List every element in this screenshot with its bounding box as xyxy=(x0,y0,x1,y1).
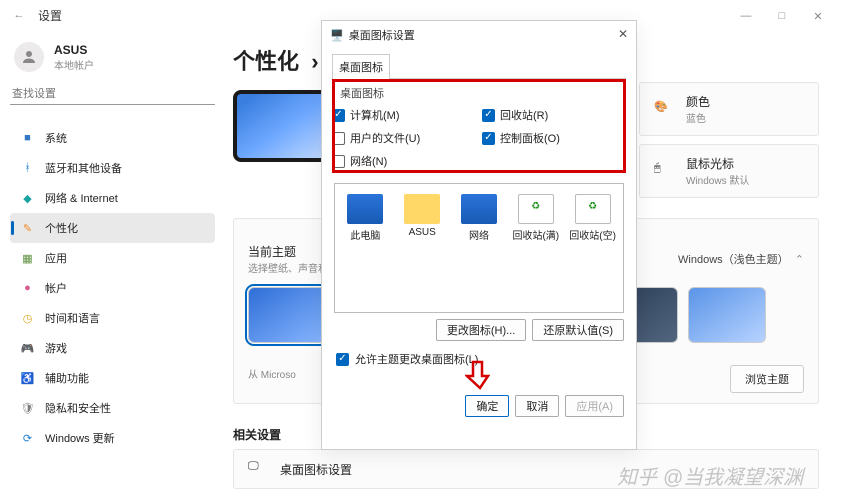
apply-button[interactable]: 应用(A) xyxy=(565,395,624,417)
nav-辅助功能[interactable]: ♿辅助功能 xyxy=(10,363,215,393)
change-icon-button[interactable]: 更改图标(H)... xyxy=(436,319,526,341)
close-button[interactable]: ✕ xyxy=(811,10,825,23)
checkbox-计算机(M)[interactable]: 计算机(M) xyxy=(332,107,476,123)
icon-preview-area[interactable]: 此电脑ASUS网络回收站(满)回收站(空) xyxy=(334,183,624,313)
desktop-icon-回收站(空)[interactable]: 回收站(空) xyxy=(568,194,617,242)
cursor-icon: 🖱 xyxy=(654,162,672,180)
nav-系统[interactable]: ■系统 xyxy=(10,123,215,153)
nav-个性化[interactable]: ✎个性化 xyxy=(10,213,215,243)
icon-image xyxy=(518,194,554,224)
nav-icon: ✎ xyxy=(20,221,35,236)
nav-icon: ◷ xyxy=(20,311,35,326)
icon-image xyxy=(347,194,383,224)
nav-网络 & Internet[interactable]: ◆网络 & Internet xyxy=(10,183,215,213)
nav-icon: ♿ xyxy=(20,371,35,386)
search-input[interactable] xyxy=(10,84,215,105)
icon-image xyxy=(404,194,440,224)
ok-button[interactable]: 确定 xyxy=(465,395,509,417)
monitor-icon: 🖵 xyxy=(248,460,266,478)
nav-icon: ● xyxy=(20,281,35,296)
checkbox-icon xyxy=(332,132,345,145)
nav-帐户[interactable]: ●帐户 xyxy=(10,273,215,303)
desktop-icon-ASUS[interactable]: ASUS xyxy=(398,194,447,238)
nav-icon: ᚼ xyxy=(20,161,35,176)
nav-蓝牙和其他设备[interactable]: ᚼ蓝牙和其他设备 xyxy=(10,153,215,183)
nav-Windows 更新[interactable]: ⟳Windows 更新 xyxy=(10,423,215,453)
checkbox-控制面板(O)[interactable]: 控制面板(O) xyxy=(482,130,626,146)
checkbox-回收站(R)[interactable]: 回收站(R) xyxy=(482,107,626,123)
nav-icon: 🎮 xyxy=(20,341,35,356)
restore-defaults-button[interactable]: 还原默认值(S) xyxy=(532,319,624,341)
checkbox-icon xyxy=(332,155,345,168)
watermark: 知乎 @当我凝望深渊 xyxy=(617,461,803,490)
nav-icon: ▦ xyxy=(20,251,35,266)
theme-mode-dropdown[interactable]: Windows（浅色主题） ⌃ xyxy=(678,251,804,267)
nav-隐私和安全性[interactable]: 🛡隐私和安全性 xyxy=(10,393,215,423)
desktop-icon-网络[interactable]: 网络 xyxy=(455,194,504,242)
minimize-button[interactable]: — xyxy=(739,10,753,23)
account-sub: 本地帐户 xyxy=(54,57,94,72)
nav-应用[interactable]: ▦应用 xyxy=(10,243,215,273)
nav-游戏[interactable]: 🎮游戏 xyxy=(10,333,215,363)
checkbox-icon xyxy=(482,109,495,122)
pill-color[interactable]: 🎨 颜色蓝色 xyxy=(639,82,819,136)
checkbox-网络(N)[interactable]: 网络(N) xyxy=(332,153,476,169)
checkbox-用户的文件(U)[interactable]: 用户的文件(U) xyxy=(332,130,476,146)
checkbox-icon xyxy=(332,109,345,122)
dialog-close-button[interactable]: ✕ xyxy=(618,27,628,41)
desktop-icon-回收站(满)[interactable]: 回收站(满) xyxy=(511,194,560,242)
avatar-icon xyxy=(14,42,44,72)
theme-thumb[interactable] xyxy=(688,287,766,343)
dialog-title: 桌面图标设置 xyxy=(349,27,415,43)
nav-icon: 🛡 xyxy=(20,401,35,416)
dialog-tab[interactable]: 桌面图标 xyxy=(332,54,390,79)
nav-icon: ⟳ xyxy=(20,431,35,446)
nav-时间和语言[interactable]: ◷时间和语言 xyxy=(10,303,215,333)
desktop-icon-settings-dialog: 🖥️ 桌面图标设置 ✕ 桌面图标 桌面图标 计算机(M)回收站(R)用户的文件(… xyxy=(321,20,637,450)
dialog-icon: 🖥️ xyxy=(330,29,344,42)
allow-theme-label: 允许主题更改桌面图标(L) xyxy=(355,351,478,367)
palette-icon: 🎨 xyxy=(654,100,672,118)
browse-themes-button[interactable]: 浏览主题 xyxy=(730,365,804,393)
account-block[interactable]: ASUS 本地帐户 xyxy=(10,38,215,84)
nav-icon: ◆ xyxy=(20,191,35,206)
window-title: 设置 xyxy=(38,7,62,24)
theme-thumb[interactable] xyxy=(248,287,326,343)
nav-icon: ■ xyxy=(20,131,35,146)
icon-image xyxy=(575,194,611,224)
icon-image xyxy=(461,194,497,224)
back-button[interactable]: ← xyxy=(10,6,28,24)
pill-cursor[interactable]: 🖱 鼠标光标Windows 默认 xyxy=(639,144,819,198)
allow-theme-checkbox[interactable] xyxy=(336,353,349,366)
checkbox-icon xyxy=(482,132,495,145)
maximize-button[interactable]: □ xyxy=(775,10,789,23)
desktop-icon-此电脑[interactable]: 此电脑 xyxy=(341,194,390,242)
cancel-button[interactable]: 取消 xyxy=(515,395,559,417)
account-name: ASUS xyxy=(54,43,94,57)
